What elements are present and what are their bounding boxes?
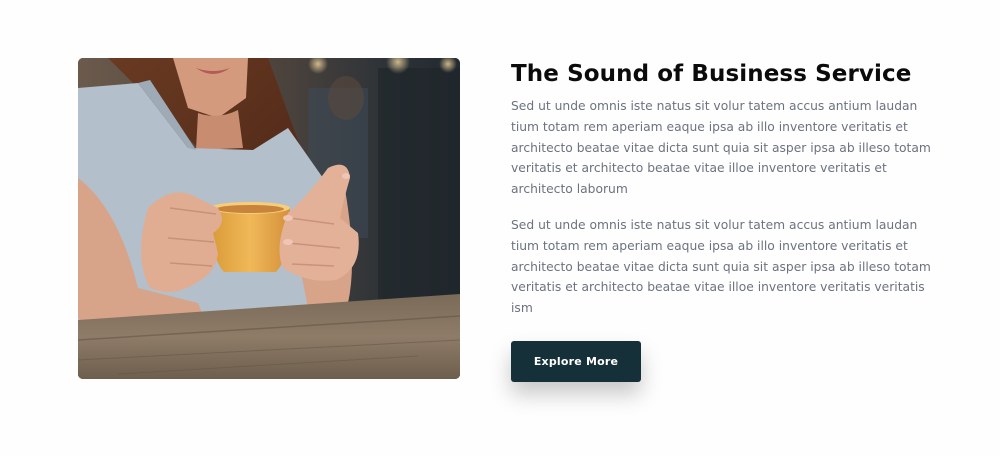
about-content: The Sound of Business Service Sed ut und… xyxy=(511,58,931,382)
paragraph-line: tium totam rem aperiam eaque ipsa ab ill… xyxy=(511,119,908,134)
detail-paragraph: Sed ut unde omnis iste natus sit volur t… xyxy=(511,215,931,319)
paragraph-line: ism xyxy=(511,301,533,316)
about-section: The Sound of Business Service Sed ut und… xyxy=(0,0,1000,456)
paragraph-line: architecto beatae vitae dicta sunt quia … xyxy=(511,259,931,274)
paragraph-line: veritatis et architecto beatae vitae ill… xyxy=(511,280,925,295)
section-title: The Sound of Business Service xyxy=(511,61,912,87)
paragraph-line: tium totam rem aperiam eaque ipsa ab ill… xyxy=(511,238,908,253)
paragraph-line: veritatis et architecto beatae vitae ill… xyxy=(511,161,887,176)
intro-paragraph: Sed ut unde omnis iste natus sit volur t… xyxy=(511,96,931,200)
explore-more-button[interactable]: Explore More xyxy=(511,341,641,382)
paragraph-line: architecto beatae vitae dicta sunt quia … xyxy=(511,140,931,155)
paragraph-line: Sed ut unde omnis iste natus sit volur t… xyxy=(511,99,918,113)
coffee-cup-photo xyxy=(78,58,460,379)
paragraph-line: Sed ut unde omnis iste natus sit volur t… xyxy=(511,218,918,232)
paragraph-line: architecto laborum xyxy=(511,182,628,197)
